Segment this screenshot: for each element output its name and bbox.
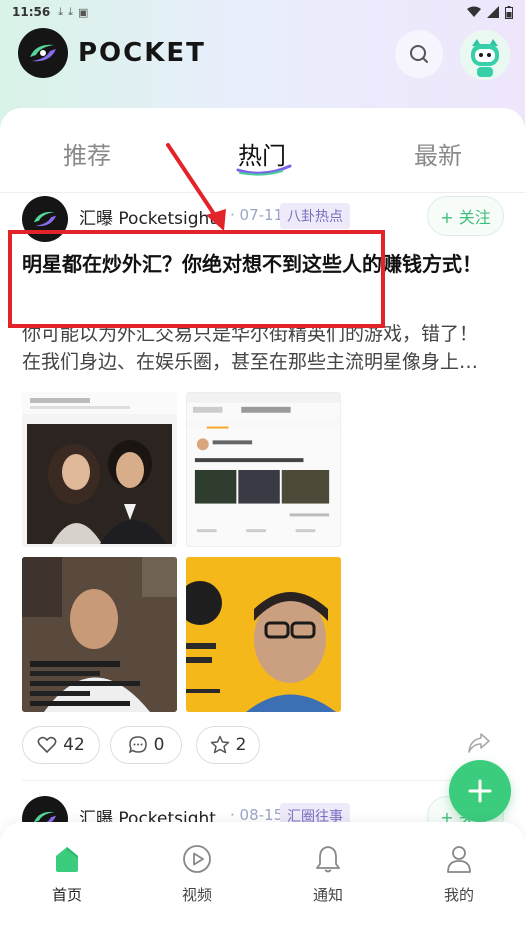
title-highlight-box: [8, 230, 385, 328]
download-icon: ⤓: [58, 5, 64, 18]
app-header: POCKET: [18, 28, 206, 78]
post-tag[interactable]: 八卦热点: [280, 203, 350, 229]
nav-home[interactable]: 首页: [27, 844, 107, 905]
download-icon: ⤓: [68, 5, 73, 18]
post-excerpt[interactable]: 你可能以为外汇交易只是华尔街精英们的游戏，错了！在我们身边、在娱乐圈，甚至在那些…: [22, 320, 492, 376]
user-avatar[interactable]: [460, 30, 510, 80]
comment-count: 0: [153, 735, 165, 755]
bell-icon: [316, 846, 340, 873]
create-post-button[interactable]: [449, 760, 511, 822]
tab-recommended[interactable]: 推荐: [63, 136, 111, 171]
status-bar: 11:56 ⤓ ⤓ ▣: [0, 0, 525, 24]
follow-button[interactable]: + 关注: [427, 196, 504, 236]
active-tab-indicator: [236, 164, 292, 176]
comment-button[interactable]: 0: [110, 726, 182, 764]
battery-icon: [505, 5, 513, 19]
nav-profile[interactable]: 我的: [419, 844, 499, 905]
bottom-navigation: 首页 视频 通知 我的: [0, 822, 525, 933]
like-button[interactable]: 42: [22, 726, 100, 764]
nav-video[interactable]: 视频: [157, 844, 237, 905]
signal-icon: [487, 6, 499, 18]
star-icon: [210, 735, 229, 754]
play-icon: [183, 845, 211, 873]
post-image[interactable]: [22, 392, 177, 547]
tabs-divider: [0, 192, 525, 193]
nav-home-label: 首页: [51, 886, 82, 904]
post-image[interactable]: [22, 557, 177, 712]
post-image-grid: [22, 392, 342, 712]
pocket-logo: [18, 28, 68, 78]
post-actions: 42 0 2: [22, 726, 502, 764]
search-icon: [410, 45, 428, 63]
share-icon[interactable]: [467, 732, 491, 754]
feed-tabs: 推荐 热门 最新: [0, 128, 525, 188]
heart-icon: [37, 736, 57, 754]
status-time: 11:56: [12, 5, 51, 19]
like-count: 42: [63, 735, 85, 755]
post-image[interactable]: [186, 392, 341, 547]
nav-notifications[interactable]: 通知: [288, 844, 368, 905]
post-divider: [22, 780, 502, 781]
favorite-button[interactable]: 2: [196, 726, 260, 764]
search-button[interactable]: [395, 30, 443, 78]
nav-notifications-label: 通知: [312, 886, 343, 904]
tab-latest[interactable]: 最新: [414, 136, 462, 171]
plus-icon: [468, 779, 492, 803]
favorite-count: 2: [235, 735, 247, 755]
app-notification-icon: ▣: [77, 5, 89, 19]
nav-video-label: 视频: [181, 886, 212, 904]
wifi-icon: [467, 6, 481, 17]
comment-icon: [128, 736, 147, 754]
home-icon: [56, 847, 78, 872]
post-image[interactable]: [186, 557, 341, 712]
annotation-arrow: [166, 143, 226, 231]
person-icon: [447, 846, 471, 873]
robot-avatar-icon: [460, 30, 510, 80]
nav-profile-label: 我的: [443, 886, 474, 904]
app-logo-text: POCKET: [78, 38, 206, 68]
